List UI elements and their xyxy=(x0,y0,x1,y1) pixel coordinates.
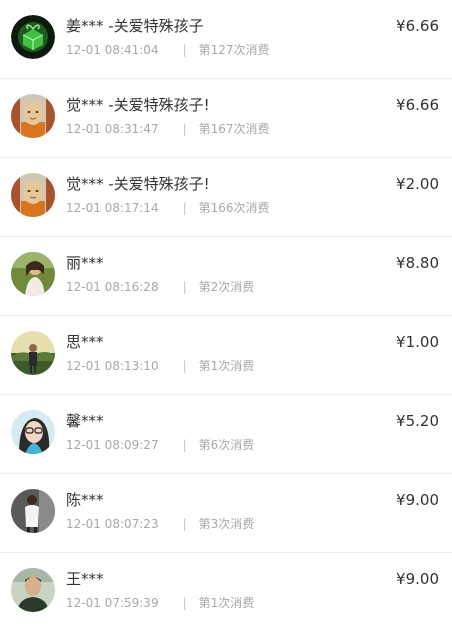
donation-amount: ¥6.66 xyxy=(396,96,439,114)
meta-separator: | xyxy=(182,438,187,452)
purchase-count: 第1次消费 xyxy=(198,359,255,373)
meta-separator: | xyxy=(182,359,187,373)
list-item[interactable]: 陈*** 12-01 08:07:23 | 第3次消费 ¥9.00 xyxy=(0,474,452,553)
avatar xyxy=(11,173,55,217)
donation-meta: 12-01 08:13:10 | 第1次消费 xyxy=(66,357,254,374)
donor-name: 姜*** -关爱特殊孩子 xyxy=(66,17,204,35)
donation-amount: ¥2.00 xyxy=(396,175,439,193)
purchase-count: 第1次消费 xyxy=(198,596,255,610)
donor-name: 觉*** -关爱特殊孩子! xyxy=(66,96,210,114)
monk-icon xyxy=(11,94,55,138)
avatar xyxy=(11,331,55,375)
list-item[interactable]: 思*** 12-01 08:13:10 | 第1次消费 ¥1.00 xyxy=(0,316,452,395)
donor-name: 馨*** xyxy=(66,412,104,430)
donation-meta: 12-01 08:09:27 | 第6次消费 xyxy=(66,436,254,453)
donation-time: 12-01 08:17:14 xyxy=(66,201,159,215)
gift-icon xyxy=(11,15,55,59)
purchase-count: 第3次消费 xyxy=(198,517,255,531)
donation-amount: ¥8.80 xyxy=(396,254,439,272)
donation-time: 12-01 08:41:04 xyxy=(66,43,159,57)
purchase-count: 第6次消费 xyxy=(198,438,255,452)
donor-name: 思*** xyxy=(66,333,104,351)
person-photo-icon xyxy=(11,252,55,296)
donation-meta: 12-01 08:07:23 | 第3次消费 xyxy=(66,515,254,532)
donation-time: 12-01 08:09:27 xyxy=(66,438,159,452)
avatar xyxy=(11,568,55,612)
list-item[interactable]: 馨*** 12-01 08:09:27 | 第6次消费 ¥5.20 xyxy=(0,395,452,474)
donation-amount: ¥6.66 xyxy=(396,17,439,35)
meta-separator: | xyxy=(182,280,187,294)
monk-icon xyxy=(11,173,55,217)
meta-separator: | xyxy=(182,596,187,610)
donation-amount: ¥9.00 xyxy=(396,570,439,588)
donation-meta: 12-01 08:41:04 | 第127次消费 xyxy=(66,41,270,58)
donation-time: 12-01 07:59:39 xyxy=(66,596,159,610)
donation-amount: ¥5.20 xyxy=(396,412,439,430)
avatar xyxy=(11,15,55,59)
person-photo-icon xyxy=(11,489,55,533)
list-item[interactable]: 姜*** -关爱特殊孩子 12-01 08:41:04 | 第127次消费 ¥6.6… xyxy=(0,0,452,79)
donor-name: 觉*** -关爱特殊孩子! xyxy=(66,175,210,193)
avatar xyxy=(11,410,55,454)
list-item[interactable]: 觉*** -关爱特殊孩子! 12-01 08:31:47 | 第167次消费 ¥6.… xyxy=(0,79,452,158)
meta-separator: | xyxy=(182,201,187,215)
donation-meta: 12-01 08:31:47 | 第167次消费 xyxy=(66,120,270,137)
purchase-count: 第2次消费 xyxy=(198,280,255,294)
list-item[interactable]: 王*** 12-01 07:59:39 | 第1次消费 ¥9.00 xyxy=(0,553,452,632)
donation-time: 12-01 08:07:23 xyxy=(66,517,159,531)
list-item[interactable]: 丽*** 12-01 08:16:28 | 第2次消费 ¥8.80 xyxy=(0,237,452,316)
person-photo-icon xyxy=(11,410,55,454)
meta-separator: | xyxy=(182,122,187,136)
list-item[interactable]: 觉*** -关爱特殊孩子! 12-01 08:17:14 | 第166次消费 ¥2.… xyxy=(0,158,452,237)
donation-meta: 12-01 08:17:14 | 第166次消费 xyxy=(66,199,270,216)
donation-meta: 12-01 08:16:28 | 第2次消费 xyxy=(66,278,254,295)
avatar xyxy=(11,94,55,138)
donor-name: 王*** xyxy=(66,570,104,588)
donation-amount: ¥1.00 xyxy=(396,333,439,351)
avatar xyxy=(11,252,55,296)
donor-name: 丽*** xyxy=(66,254,104,272)
donation-meta: 12-01 07:59:39 | 第1次消费 xyxy=(66,594,254,611)
donation-time: 12-01 08:13:10 xyxy=(66,359,159,373)
meta-separator: | xyxy=(182,43,187,57)
donation-list: 姜*** -关爱特殊孩子 12-01 08:41:04 | 第127次消费 ¥6.6… xyxy=(0,0,452,632)
donation-time: 12-01 08:16:28 xyxy=(66,280,159,294)
avatar xyxy=(11,489,55,533)
purchase-count: 第167次消费 xyxy=(198,122,270,136)
meta-separator: | xyxy=(182,517,187,531)
person-photo-icon xyxy=(11,568,55,612)
donation-time: 12-01 08:31:47 xyxy=(66,122,159,136)
purchase-count: 第166次消费 xyxy=(198,201,270,215)
donor-name: 陈*** xyxy=(66,491,104,509)
purchase-count: 第127次消费 xyxy=(198,43,270,57)
person-photo-icon xyxy=(11,331,55,375)
donation-amount: ¥9.00 xyxy=(396,491,439,509)
